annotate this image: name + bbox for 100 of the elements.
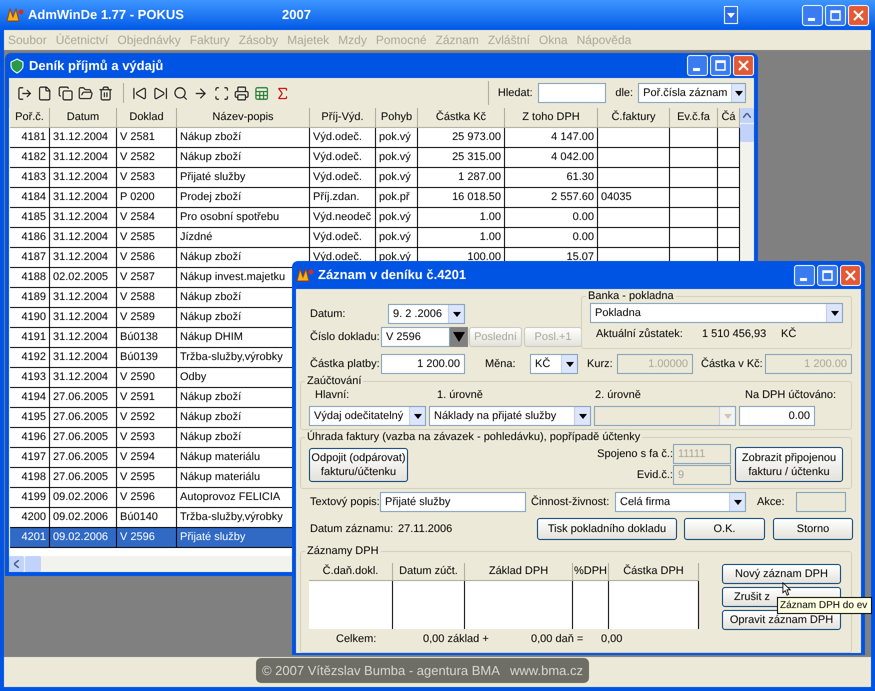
field-label: Aktuální zůstatek: (596, 326, 684, 342)
table-cell: V 2589 (117, 308, 177, 328)
table-cell: 4198 (10, 468, 50, 488)
table-cell: pok.vý (376, 168, 418, 188)
table-cell: 4194 (10, 388, 50, 408)
field-label: Spojeno s fa č.: (597, 446, 673, 462)
table-cell: Nákup zboží (177, 128, 310, 148)
table-cell: 4188 (10, 268, 50, 288)
table-cell: 4187 (10, 248, 50, 268)
table-cell: V 2585 (117, 228, 177, 248)
table-cell: 1 287.00 (418, 168, 505, 188)
table-cell: 1.00 (418, 208, 505, 228)
app-title: AdmWinDe 1.77 - POKUS (28, 6, 185, 24)
table-cell: Přijaté služby (177, 168, 310, 188)
field-label: Celkem: (335, 632, 378, 647)
table-cell: 0.00 (505, 208, 598, 228)
table-cell: V 2582 (117, 148, 177, 168)
table-cell: 25 973.00 (418, 128, 505, 148)
table-cell: 4 042.00 (505, 148, 598, 168)
field-label: Textový popis: (310, 494, 380, 510)
field-label: Číslo dokladu: (310, 329, 381, 345)
table-cell: V 2591 (117, 388, 177, 408)
table-cell: 4186 (10, 228, 50, 248)
table-cell: Bú0138 (117, 328, 177, 348)
table-cell: Nákup zboží (177, 148, 310, 168)
table-cell: 4191 (10, 328, 50, 348)
table-cell: 31.12.2004 (50, 208, 117, 228)
field-label: Měna: (485, 356, 517, 372)
table-cell: V 2581 (117, 128, 177, 148)
table-cell: 4196 (10, 428, 50, 448)
table-cell: pok.vý (376, 128, 418, 148)
table-cell: 4 147.00 (505, 128, 598, 148)
field-label: 0,00 daň = (530, 632, 584, 647)
table-cell: 0.00 (505, 228, 598, 248)
table-cell: 61.30 (505, 168, 598, 188)
table-cell: 4183 (10, 168, 50, 188)
field-label: 0,00 základ + (422, 632, 490, 647)
table-cell: 1.00 (418, 228, 505, 248)
table-cell: V 2596 (117, 528, 177, 548)
field-label: Datum záznamu: (310, 522, 394, 537)
table-cell: 4199 (10, 488, 50, 508)
field-label: 0,00 (601, 632, 622, 647)
table-cell: 31.12.2004 (50, 228, 117, 248)
field-label: 2. úrovně (595, 388, 642, 403)
table-cell: 27.06.2005 (50, 428, 117, 448)
table-cell: 4195 (10, 408, 50, 428)
table-cell: P 0200 (117, 188, 177, 208)
table-cell: Příj.zdan. (310, 188, 376, 208)
table-cell: 31.12.2004 (50, 168, 117, 188)
table-cell: 31.12.2004 (50, 248, 117, 268)
table-cell: 4189 (10, 288, 50, 308)
table-cell: 4190 (10, 308, 50, 328)
table-cell: 4185 (10, 208, 50, 228)
table-cell: pok.vý (376, 148, 418, 168)
field-label: Kurz: (587, 356, 614, 372)
table-cell: V 2593 (117, 428, 177, 448)
table-cell: Pro osobní spotřebu (177, 208, 310, 228)
table-cell: V 2583 (117, 168, 177, 188)
table-cell: Výd.odeč. (310, 148, 376, 168)
table-cell: 31.12.2004 (50, 188, 117, 208)
field-label: KČ (781, 326, 796, 342)
table-cell: Výd.odeč. (310, 168, 376, 188)
table-cell: V 2592 (117, 408, 177, 428)
field-label: Evid.č.: (636, 468, 673, 483)
table-cell: 4181 (10, 128, 50, 148)
field-label: Na DPH účtováno: (745, 388, 836, 403)
table-cell: 31.12.2004 (50, 128, 117, 148)
table-cell: V 2590 (117, 368, 177, 388)
field-label: Částka v Kč: (701, 356, 764, 372)
group-label: Banka - pokladna (587, 290, 675, 303)
table-cell: 31.12.2004 (50, 148, 117, 168)
field-label: Částka platby: (310, 356, 381, 372)
field-label: 27.11.2006 (398, 522, 454, 537)
window-title: Záznam v deníku č.4201 (318, 266, 468, 284)
table-cell: 4192 (10, 348, 50, 368)
table-cell: V 2595 (117, 468, 177, 488)
table-cell: V 2594 (117, 448, 177, 468)
tooltip: Záznam DPH do ev (777, 597, 872, 614)
table-cell: 4184 (10, 188, 50, 208)
table-cell: 4182 (10, 148, 50, 168)
table-cell: Jízdné (177, 228, 310, 248)
table-cell: V 2588 (117, 288, 177, 308)
table-cell: 31.12.2004 (50, 368, 117, 388)
table-cell: 16 018.50 (418, 188, 505, 208)
table-cell: 27.06.2005 (50, 448, 117, 468)
table-cell: V 2596 (117, 488, 177, 508)
table-cell: pok.vý (376, 228, 418, 248)
table-cell: 4201 (10, 528, 50, 548)
field-label: Hlavní: (314, 388, 350, 403)
field-label: Akce: (757, 494, 786, 510)
copyright-label: © 2007 Vítězslav Bumba - agentura BMA www.bma.cz (256, 658, 589, 683)
field-label: 1. úrovně (436, 388, 484, 403)
table-cell: pok.vý (376, 208, 418, 228)
table-cell: Výd.neodeč (310, 208, 376, 228)
table-cell: Bú0139 (117, 348, 177, 368)
table-cell: 09.02.2006 (50, 528, 117, 548)
table-cell: 31.12.2004 (50, 288, 117, 308)
table-cell: 27.06.2005 (50, 468, 117, 488)
table-cell: 31.12.2004 (50, 328, 117, 348)
table-cell: 4197 (10, 448, 50, 468)
